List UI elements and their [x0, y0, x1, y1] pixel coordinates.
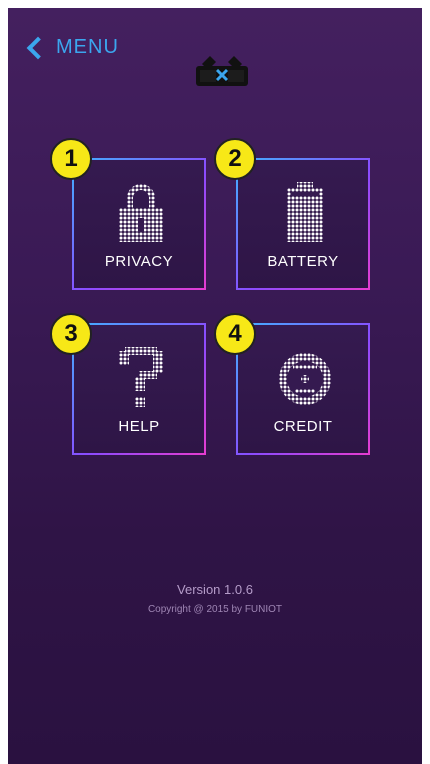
- badge-1: 1: [50, 138, 92, 180]
- battery-label: BATTERY: [267, 253, 339, 270]
- battery-icon: [287, 182, 323, 242]
- version-text: Version 1.0.6: [177, 582, 253, 597]
- help-tile[interactable]: HELP: [72, 323, 206, 455]
- smiley-face-icon: [279, 353, 331, 405]
- credit-label: CREDIT: [273, 418, 333, 435]
- copyright-text: Copyright @ 2015 by FUNIOT: [147, 604, 283, 615]
- lock-icon: [119, 184, 163, 242]
- chevron-left-icon: [26, 36, 50, 59]
- back-button[interactable]: MENU: [26, 36, 119, 59]
- battery-tile[interactable]: BATTERY: [236, 158, 370, 290]
- glasses-close-icon: [196, 56, 248, 86]
- badge-3: 3: [50, 313, 92, 355]
- menu-screen: MENU PRIVACY BATTERY HELP CREDIT 1 2 3 4…: [8, 8, 422, 764]
- privacy-tile[interactable]: PRIVACY: [72, 158, 206, 290]
- badge-2: 2: [214, 138, 256, 180]
- badge-4: 4: [214, 313, 256, 355]
- back-label: MENU: [56, 36, 119, 58]
- privacy-label: PRIVACY: [104, 253, 174, 270]
- question-mark-icon: [119, 347, 163, 407]
- help-label: HELP: [118, 418, 160, 435]
- credit-tile[interactable]: CREDIT: [236, 323, 370, 455]
